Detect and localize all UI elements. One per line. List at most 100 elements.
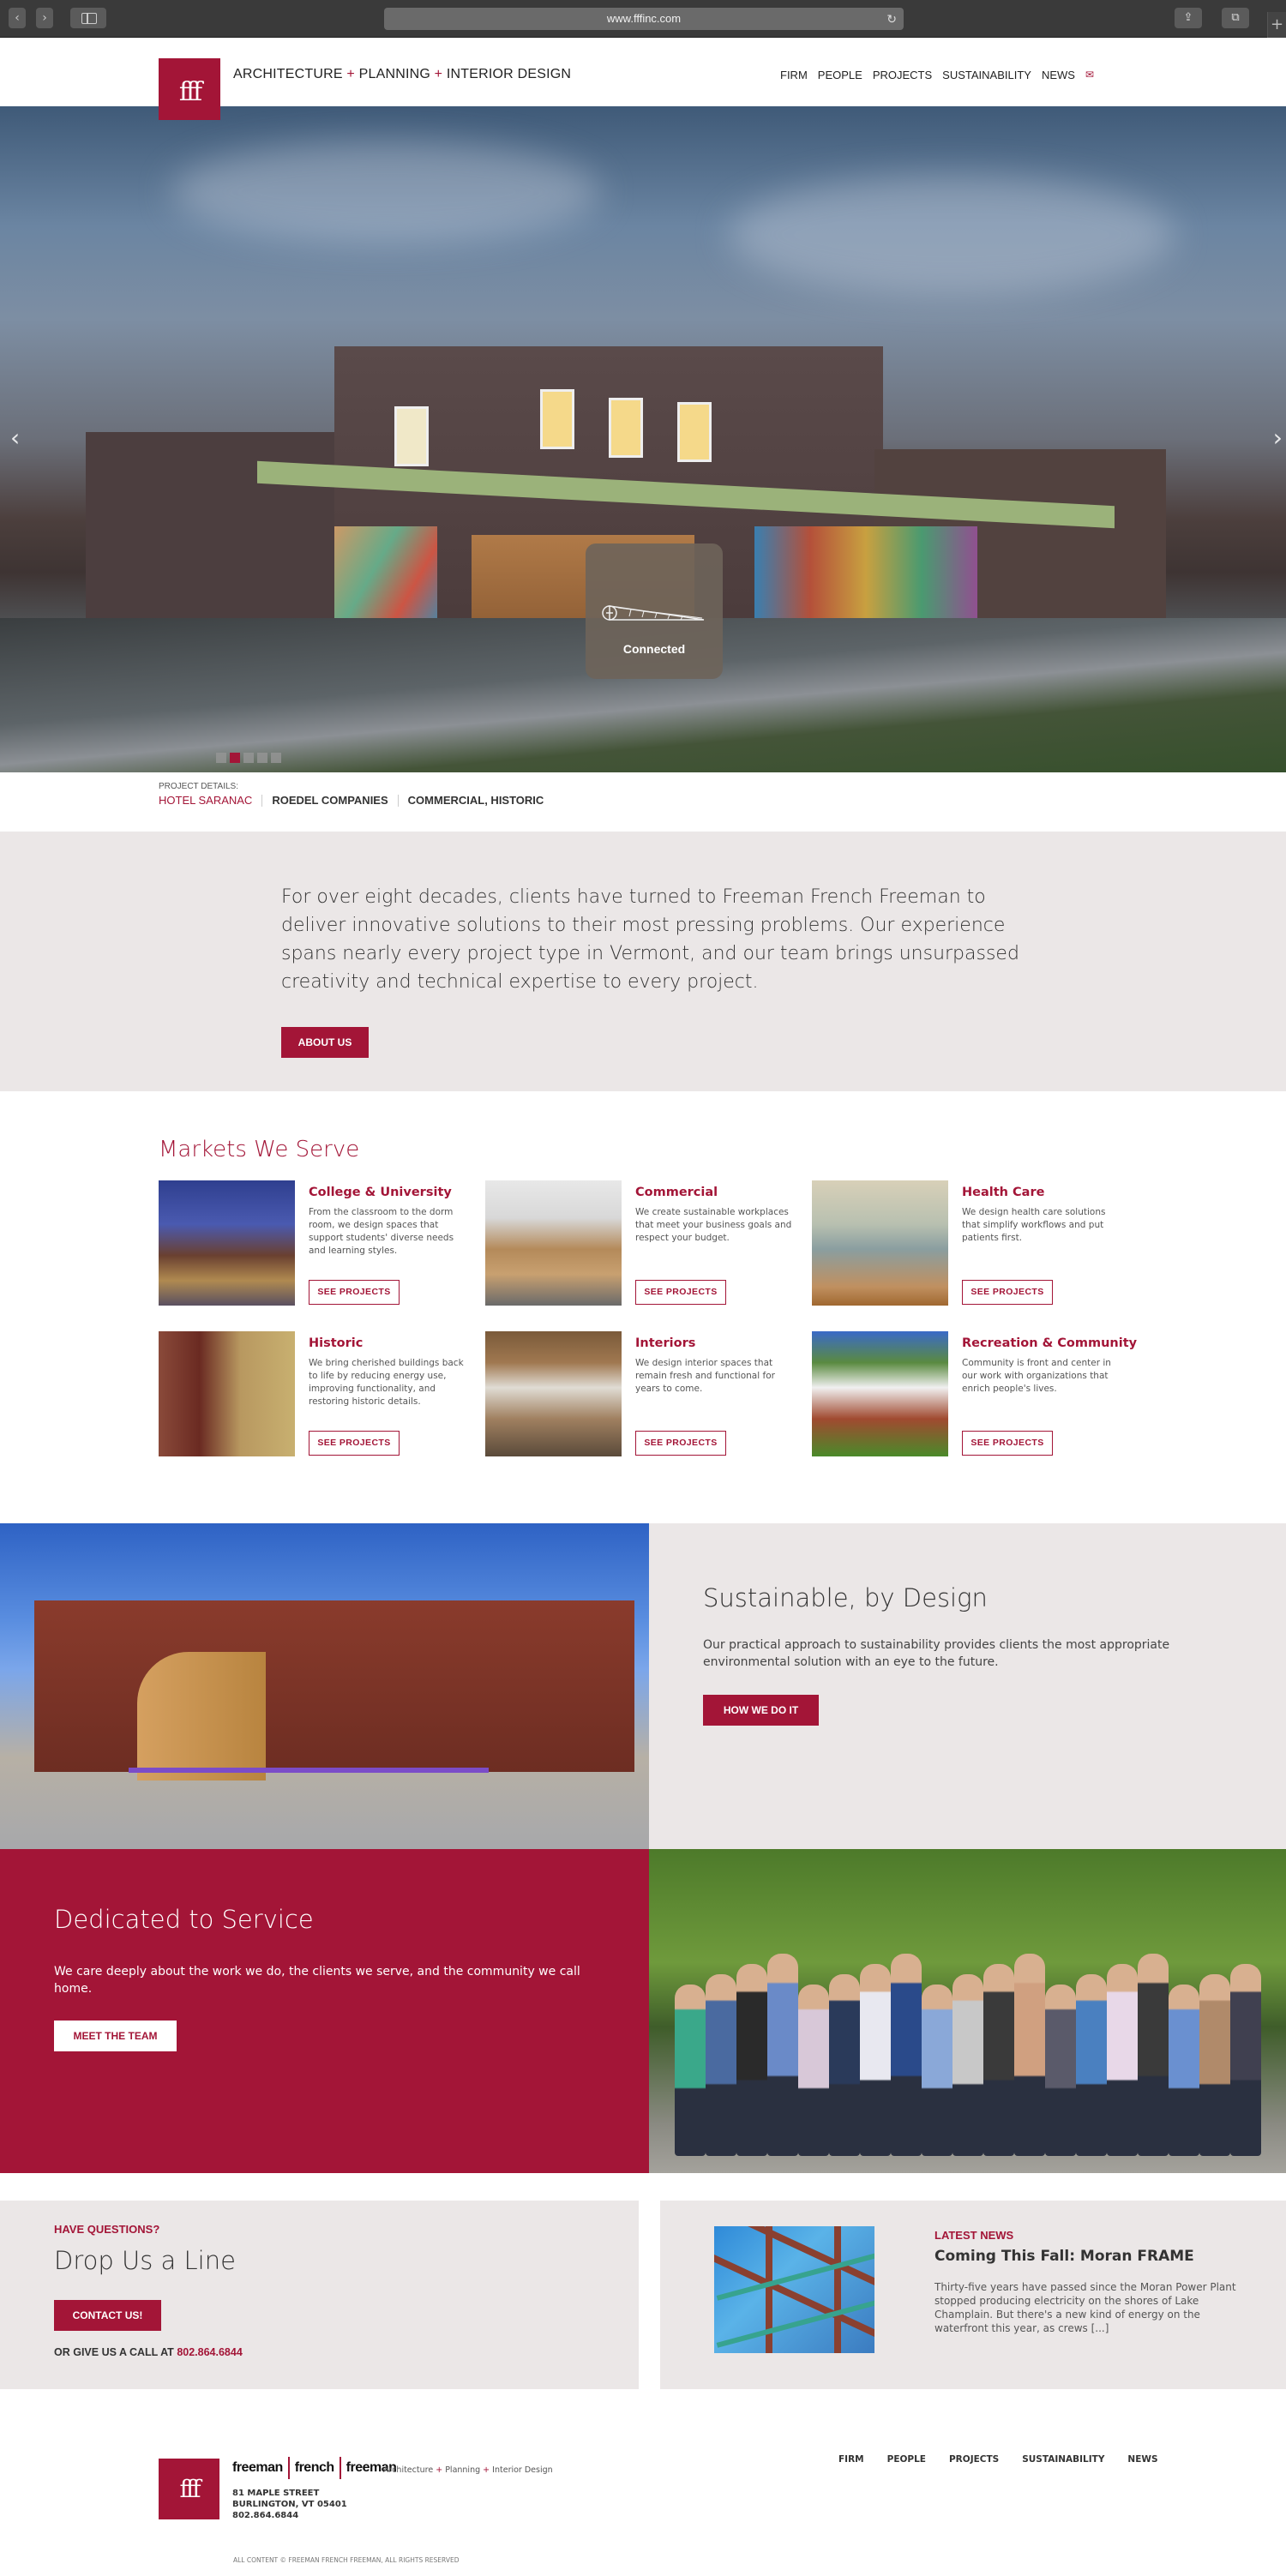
- footer-nav-people[interactable]: PEOPLE: [887, 2454, 926, 2465]
- slider-dot[interactable]: [230, 753, 240, 763]
- nav-news[interactable]: NEWS: [1042, 69, 1075, 81]
- phone-link[interactable]: 802.864.6844: [177, 2346, 242, 2358]
- footer-nav-sustainability[interactable]: SUSTAINABILITY: [1022, 2454, 1104, 2465]
- intro-section: For over eight decades, clients have tur…: [0, 832, 1286, 1091]
- slider-dot[interactable]: [271, 753, 281, 763]
- meet-the-team-button[interactable]: MEET THE TEAM: [54, 2021, 177, 2051]
- wordmark-freeman: freeman: [232, 2460, 283, 2475]
- address-street: 81 MAPLE STREET: [232, 2489, 320, 2498]
- market-title[interactable]: College & University: [309, 1186, 452, 1199]
- slider-dot[interactable]: [257, 753, 267, 763]
- footer-nav-news[interactable]: NEWS: [1127, 2454, 1157, 2465]
- sidebar-toggle-button[interactable]: [70, 8, 106, 28]
- see-projects-button[interactable]: SEE PROJECTS: [309, 1431, 400, 1456]
- tagline-interior-design: Interior Design: [492, 2465, 553, 2475]
- header-tagline: ARCHITECTURE + PLANNING + INTERIOR DESIG…: [233, 67, 571, 82]
- footer-nav: FIRM PEOPLE PROJECTS SUSTAINABILITY NEWS: [838, 2454, 1158, 2465]
- divider: [397, 794, 399, 807]
- footer-nav-projects[interactable]: PROJECTS: [949, 2454, 999, 2465]
- market-thumbnail[interactable]: [812, 1331, 948, 1456]
- share-button[interactable]: ⇪: [1175, 8, 1202, 28]
- slider-pagination: [216, 753, 281, 763]
- team-member: [1014, 1954, 1045, 2156]
- address-bar[interactable]: www.fffinc.com ↻: [384, 8, 904, 30]
- nav-people[interactable]: PEOPLE: [818, 69, 862, 81]
- mail-icon[interactable]: ✉: [1085, 69, 1094, 81]
- market-description: We design interior spaces that remain fr…: [635, 1358, 775, 1394]
- market-title[interactable]: Interiors: [635, 1336, 695, 1350]
- market-title[interactable]: Health Care: [962, 1186, 1044, 1199]
- window: [540, 389, 574, 449]
- market-title[interactable]: Recreation & Community: [962, 1336, 1137, 1350]
- call-prefix: OR GIVE US A CALL AT: [54, 2346, 174, 2358]
- team-member: [798, 1985, 829, 2156]
- hud-label: Connected: [622, 642, 686, 656]
- site-logo[interactable]: fff: [159, 58, 220, 120]
- team-member: [952, 1974, 983, 2156]
- slider-prev-icon[interactable]: ‹: [10, 423, 20, 452]
- footer-phone[interactable]: 802.864.6844: [232, 2510, 347, 2521]
- news-title-link[interactable]: Coming This Fall: Moran FRAME: [934, 2248, 1194, 2265]
- team-member: [1230, 1964, 1261, 2156]
- news-eyebrow: LATEST NEWS: [934, 2229, 1014, 2242]
- bike-rack: [129, 1768, 489, 1845]
- market-title[interactable]: Commercial: [635, 1186, 718, 1199]
- nav-firm[interactable]: FIRM: [780, 69, 808, 81]
- forward-button[interactable]: ›: [36, 8, 53, 28]
- footer-tagline: Architecture + Planning + Interior Desig…: [383, 2465, 553, 2475]
- brick-building: [34, 1600, 634, 1772]
- steel-beam: [714, 2251, 874, 2345]
- market-thumbnail[interactable]: [485, 1180, 622, 1306]
- copyright: ALL CONTENT © FREEMAN FRENCH FREEMAN, AL…: [233, 2556, 460, 2564]
- hero-cloud: [171, 141, 600, 243]
- nav-sustainability[interactable]: SUSTAINABILITY: [942, 69, 1031, 81]
- how-we-do-it-button[interactable]: HOW WE DO IT: [703, 1695, 819, 1726]
- tagline-architecture: ARCHITECTURE: [233, 67, 343, 81]
- footer-logo[interactable]: fff: [159, 2459, 219, 2519]
- market-thumbnail[interactable]: [812, 1180, 948, 1306]
- market-commercial: Commercial We create sustainable workpla…: [485, 1180, 794, 1306]
- tagline-architecture: Architecture: [383, 2465, 434, 2475]
- team-member: [1076, 1974, 1107, 2156]
- mural: [334, 526, 437, 629]
- wordmark-divider: [287, 2457, 290, 2479]
- service-title: Dedicated to Service: [54, 1905, 314, 1934]
- contact-us-button[interactable]: CONTACT US!: [54, 2300, 161, 2331]
- tagline-plus: +: [434, 67, 443, 81]
- footer-address: 81 MAPLE STREET BURLINGTON, VT 05401 802…: [232, 2488, 347, 2521]
- project-name-link[interactable]: HOTEL SARANAC: [159, 794, 252, 807]
- team-member: [829, 1974, 860, 2156]
- see-projects-button[interactable]: SEE PROJECTS: [309, 1280, 400, 1305]
- see-projects-button[interactable]: SEE PROJECTS: [635, 1280, 726, 1305]
- project-details-label: PROJECT DETAILS:: [159, 782, 238, 791]
- slider-dot[interactable]: [243, 753, 254, 763]
- about-us-button[interactable]: ABOUT US: [281, 1027, 369, 1058]
- market-interiors: Interiors We design interior spaces that…: [485, 1331, 794, 1456]
- team-member: [1138, 1954, 1169, 2156]
- market-thumbnail[interactable]: [159, 1331, 295, 1456]
- news-excerpt: Thirty-five years have passed since the …: [934, 2281, 1236, 2334]
- url-text: www.fffinc.com: [606, 12, 682, 25]
- slider-next-icon[interactable]: ›: [1273, 423, 1283, 452]
- sustainability-description: Our practical approach to sustainability…: [703, 1638, 1170, 1669]
- reload-icon[interactable]: ↻: [886, 8, 897, 30]
- market-thumbnail[interactable]: [485, 1331, 622, 1456]
- see-projects-button[interactable]: SEE PROJECTS: [962, 1431, 1053, 1456]
- forward-icon: ›: [42, 11, 47, 25]
- share-icon: ⇪: [1183, 11, 1193, 24]
- news-thumbnail[interactable]: [714, 2226, 874, 2353]
- see-projects-button[interactable]: SEE PROJECTS: [635, 1431, 726, 1456]
- contact-title: Drop Us a Line: [54, 2246, 236, 2275]
- footer-nav-firm[interactable]: FIRM: [838, 2454, 864, 2465]
- slider-dot[interactable]: [216, 753, 226, 763]
- markets-title: Markets We Serve: [159, 1137, 360, 1162]
- nav-projects[interactable]: PROJECTS: [873, 69, 932, 81]
- see-projects-button[interactable]: SEE PROJECTS: [962, 1280, 1053, 1305]
- hero-cloud: [729, 175, 1175, 295]
- new-tab-button[interactable]: +: [1267, 12, 1286, 38]
- back-button[interactable]: ‹: [9, 8, 26, 28]
- tabs-button[interactable]: ⧉: [1222, 8, 1249, 28]
- market-title[interactable]: Historic: [309, 1336, 363, 1350]
- mural: [754, 526, 977, 621]
- market-thumbnail[interactable]: [159, 1180, 295, 1306]
